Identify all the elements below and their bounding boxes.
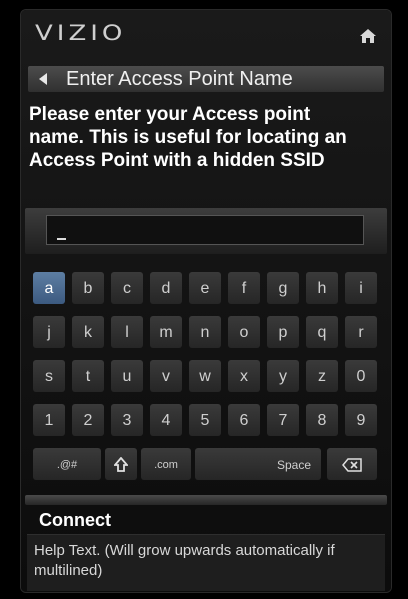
key-8[interactable]: 8 [306,404,338,436]
key-v[interactable]: v [150,360,182,392]
key-4[interactable]: 4 [150,404,182,436]
key-e[interactable]: e [189,272,221,304]
key-u[interactable]: u [111,360,143,392]
key-j[interactable]: j [33,316,65,348]
vizio-logo: VIZIO [35,21,127,46]
title-bar: Enter Access Point Name [28,66,384,92]
key-w[interactable]: w [189,360,221,392]
key-s[interactable]: s [33,360,65,392]
key-g[interactable]: g [267,272,299,304]
key-backspace[interactable] [327,448,377,480]
key-dotcom[interactable]: .com [141,448,191,480]
key-shift[interactable] [105,448,137,480]
wifi-setup-panel: VIZIO Enter Access Point Name Please ent… [21,10,391,592]
key-2[interactable]: 2 [72,404,104,436]
help-text: Help Text. (Will grow upwards automatica… [34,542,335,579]
key-7[interactable]: 7 [267,404,299,436]
key-o[interactable]: o [228,316,260,348]
key-6[interactable]: 6 [228,404,260,436]
key-h[interactable]: h [306,272,338,304]
home-icon[interactable] [359,28,377,44]
text-cursor [57,238,66,240]
section-divider [25,495,387,505]
key-c[interactable]: c [111,272,143,304]
key-y[interactable]: y [267,360,299,392]
key-r[interactable]: r [345,316,377,348]
key-p[interactable]: p [267,316,299,348]
page-title: Enter Access Point Name [66,68,293,90]
key-b[interactable]: b [72,272,104,304]
key-d[interactable]: d [150,272,182,304]
access-point-name-input[interactable] [46,215,364,245]
key-3[interactable]: 3 [111,404,143,436]
key-i[interactable]: i [345,272,377,304]
back-arrow-icon[interactable] [39,73,47,85]
key-m[interactable]: m [150,316,182,348]
key-a[interactable]: a [33,272,65,304]
key-x[interactable]: x [228,360,260,392]
shift-icon [113,456,129,472]
top-bar: VIZIO [21,10,391,58]
key-q[interactable]: q [306,316,338,348]
key-f[interactable]: f [228,272,260,304]
instructions-text: Please enter your Access point name. Thi… [29,104,347,171]
key-space[interactable]: Space [195,448,321,480]
help-box: Help Text. (Will grow upwards automatica… [27,534,385,591]
key-k[interactable]: k [72,316,104,348]
key-z[interactable]: z [306,360,338,392]
key-0[interactable]: 0 [345,360,377,392]
input-frame [25,208,387,254]
key-5[interactable]: 5 [189,404,221,436]
key-t[interactable]: t [72,360,104,392]
key-symbols[interactable]: .@# [33,448,101,480]
key-l[interactable]: l [111,316,143,348]
backspace-icon [342,458,362,472]
key-9[interactable]: 9 [345,404,377,436]
key-1[interactable]: 1 [33,404,65,436]
key-n[interactable]: n [189,316,221,348]
connect-button[interactable]: Connect [39,510,111,531]
